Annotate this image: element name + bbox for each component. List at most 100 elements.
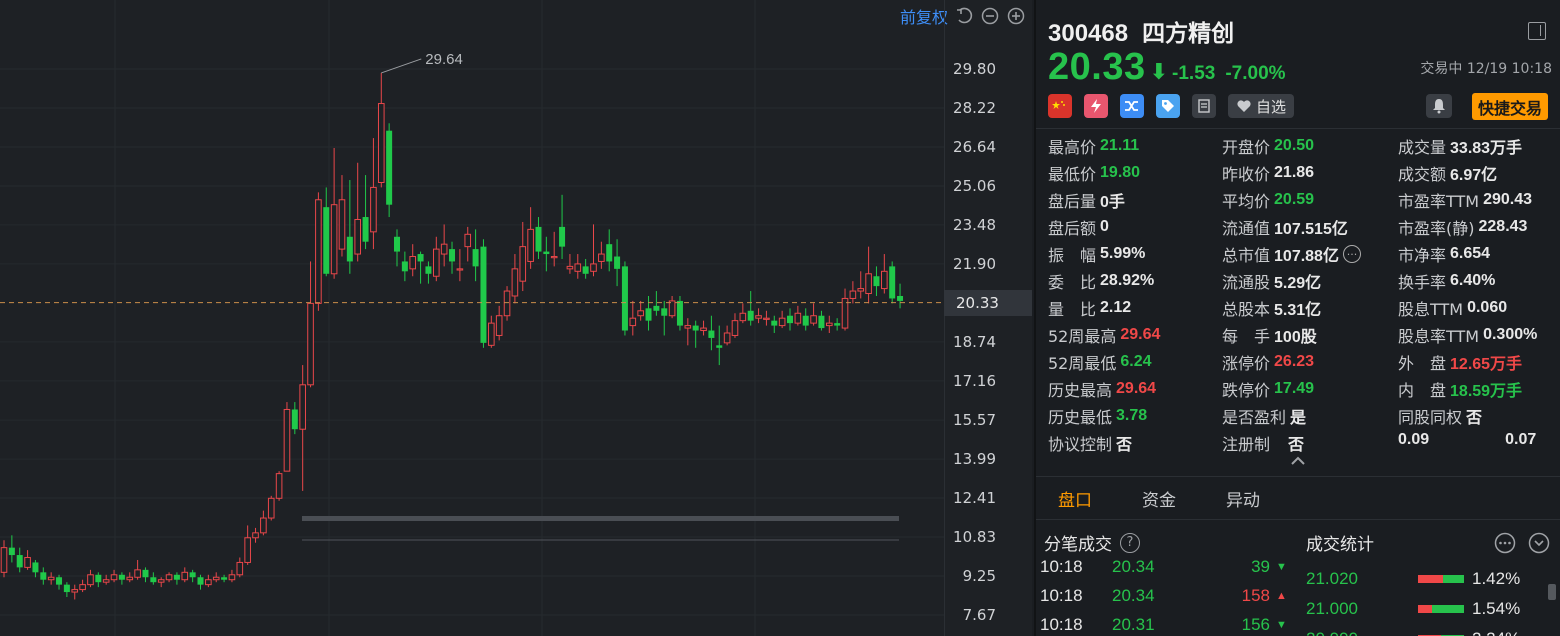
tab-handicap[interactable]: 盘口 [1058, 476, 1092, 520]
stat-value: 3.78 [1116, 407, 1148, 424]
price-axis-label: 28.22 [953, 98, 996, 117]
stat-label: 平均价 [1222, 192, 1271, 211]
last-price: 20.33 [1048, 46, 1146, 88]
stat-item: 股息TTM 0.060 [1398, 296, 1507, 320]
candle-body-up [126, 576, 134, 581]
stat-item: 流通值 107.515亿 [1222, 215, 1348, 239]
stats-row: 最高价 21.11 开盘价 20.50 成交量 33.83万手 [1048, 134, 1558, 161]
candle-body-up [527, 228, 534, 262]
tag-label-icon[interactable] [1156, 94, 1180, 118]
candle-body-down [63, 584, 70, 593]
candle-body-up [503, 290, 511, 317]
stat-item: 52周最高 29.64 [1048, 323, 1160, 347]
candle-body-down [606, 244, 613, 262]
stat-label: 换手率 [1398, 273, 1447, 292]
more-options-icon[interactable] [1494, 532, 1516, 558]
stat-label: 市净率 [1398, 246, 1447, 265]
candle-body-down [118, 574, 125, 580]
scrollbar-thumb[interactable] [1548, 584, 1556, 600]
kline-chart[interactable]: 29.64 [0, 0, 1032, 636]
candle-body-down [221, 577, 228, 580]
candle-body-up [778, 317, 786, 327]
candle-body-up [700, 327, 707, 332]
stat-item: 振 幅 5.99% [1048, 242, 1145, 266]
stats-row: 盘后额 0 流通值 107.515亿 市盈率(静) 228.43 [1048, 215, 1558, 242]
lightning-icon[interactable] [1084, 94, 1108, 118]
candle-body-down [582, 266, 589, 274]
panel-collapse-icon[interactable] [1528, 22, 1546, 40]
help-icon[interactable]: ? [1120, 532, 1140, 553]
triangle-down-icon: ▼ [1276, 618, 1287, 631]
tick-time: 10:18 [1040, 614, 1083, 634]
stat-item: 股息率TTM 0.300% [1398, 323, 1537, 347]
china-flag-icon[interactable] [1048, 94, 1072, 118]
restore-right-button[interactable]: 前复权 [900, 4, 948, 28]
tab-abnormal[interactable]: 异动 [1226, 476, 1260, 520]
kline-chart-area[interactable]: 29.64 前复权 29.80 28.22 26.64 25.06 23.48 21.90… [0, 0, 1032, 636]
candle-body-up [354, 219, 361, 255]
stat-label: 52周最低 [1048, 354, 1117, 373]
notes-icon[interactable] [1192, 94, 1216, 118]
candle-body-down [897, 295, 904, 301]
stat-item: 协议控制否 [1048, 431, 1132, 455]
stats-row: 历史最高 29.64 跌停价 17.49 内 盘 18.59万手 [1048, 377, 1558, 404]
candle-body-up [755, 315, 762, 319]
stat-label: 同股同权 [1398, 408, 1463, 427]
tick-row: 10:18 20.34 39 ▼ [1040, 558, 1287, 581]
stat-label: 成交量 [1398, 138, 1447, 157]
reference-band [302, 516, 899, 521]
stat-item: 换手率 6.40% [1398, 269, 1495, 293]
quote-panel: 300468 四方精创 20.33 ⬇ -1.53 -7.00% 交易中 12/… [1034, 0, 1560, 636]
tick-list[interactable]: 10:18 20.34 39 ▼ 10:18 20.34 158 ▲ 10:18 20.31 156… [1036, 558, 1296, 636]
collapse-chevron-icon[interactable] [1290, 454, 1306, 470]
stat-item: 涨停价 26.23 [1222, 350, 1314, 374]
candle-body-up [165, 574, 173, 581]
triangle-down-icon: ▼ [1276, 560, 1287, 573]
candle-body-down [802, 315, 809, 326]
stat-label: 0.09 [1398, 431, 1430, 448]
stat-label: 流通股 [1222, 273, 1271, 292]
stat-value: 是 [1290, 410, 1307, 427]
stat-item: 注册制否 [1222, 431, 1304, 455]
tick-time: 10:18 [1040, 585, 1083, 605]
stat-value: 5.31亿 [1274, 302, 1322, 319]
candle-body-up [157, 579, 165, 583]
stats-row: 盘后量 0手 平均价 20.59 市盈率TTM 290.43 [1048, 188, 1558, 215]
stat-label: 最低价 [1048, 165, 1097, 184]
stat-item: 历史最低 3.78 [1048, 404, 1147, 428]
stock-header: 300468 四方精创 [1048, 14, 1234, 48]
stat-item: 量 比 2.12 [1048, 296, 1131, 320]
stat-value: 21.11 [1100, 137, 1140, 154]
tab-capital[interactable]: 资金 [1142, 476, 1176, 520]
more-market-value-icon[interactable]: ··· [1342, 245, 1361, 263]
quick-trade-button[interactable]: 快捷交易 [1471, 93, 1548, 120]
stat-value: 5.29亿 [1274, 275, 1322, 292]
stat-label: 盘后量 [1048, 192, 1097, 211]
current-price-tag: 20.33 [944, 289, 1032, 316]
stat-value: 18.59万手 [1450, 383, 1523, 400]
stat-label: 流通值 [1222, 219, 1271, 238]
alert-bell-icon[interactable] [1426, 94, 1452, 118]
ticks-title: 分笔成交 [1044, 535, 1112, 555]
stat-label: 市盈率TTM [1398, 192, 1480, 211]
candle-body-up [488, 322, 495, 346]
shuffle-icon[interactable] [1120, 94, 1144, 118]
price-axis-label: 17.16 [953, 371, 996, 390]
expand-chevron-icon[interactable] [1528, 532, 1550, 558]
volume-stats-list[interactable]: 21.020 1.42% 21.000 1.54% 20.990 2.24% [1304, 564, 1554, 636]
add-favorite-button[interactable]: 自选 [1228, 94, 1295, 118]
candle-body-down [661, 308, 668, 316]
stat-item: 市盈率(静) 228.43 [1398, 215, 1527, 239]
stat-value: 2.12 [1100, 299, 1132, 316]
stat-item: 市净率 6.654 [1398, 242, 1490, 266]
stat-value: 107.88亿 [1274, 248, 1339, 265]
tick-volume: 158 [1241, 585, 1270, 605]
tick-price: 20.34 [1112, 585, 1155, 605]
candle-body-down [425, 266, 432, 274]
tick-row: 10:18 20.31 156 ▼ [1040, 610, 1287, 636]
candle-body-down [889, 266, 896, 299]
stat-value: 6.40% [1450, 272, 1496, 289]
stock-name: 四方精创 [1142, 21, 1235, 47]
stat-item: 52周最低 6.24 [1048, 350, 1152, 374]
candle-body-down [692, 325, 699, 331]
